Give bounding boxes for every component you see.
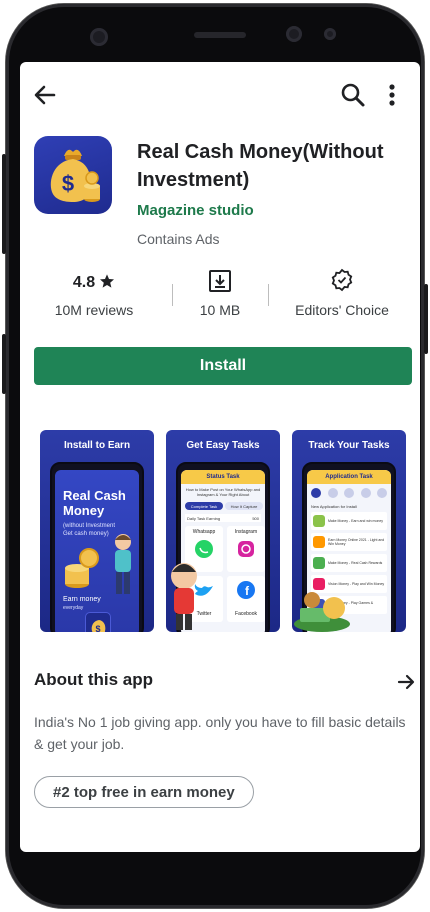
- bixby-button: [2, 334, 6, 394]
- app-title: Real Cash Money(Without Investment): [137, 141, 384, 191]
- person-illustration: [105, 532, 139, 601]
- screenshot-headline: Money: [63, 503, 105, 518]
- front-camera: [90, 28, 108, 46]
- about-description: India's No 1 job giving app. only you ha…: [34, 714, 406, 752]
- screenshot-card-label: Facebook: [235, 611, 257, 617]
- screenshot-row: Daily Task Earning 500: [185, 514, 261, 522]
- character-illustration: [166, 554, 206, 632]
- rating-stat[interactable]: 4.8 10M reviews: [44, 270, 144, 318]
- editors-choice-label: Editors' Choice: [295, 302, 389, 318]
- money-pile-illustration: [292, 590, 352, 632]
- screenshot-footer: everyday: [63, 605, 84, 611]
- install-button[interactable]: Install: [34, 347, 412, 385]
- screenshot-task-label: Earn Money Online 2021 - Light and Win M…: [328, 538, 385, 546]
- screenshot-subtext: (without Investment: [63, 523, 116, 529]
- screenshot-tab: How It Capture: [225, 502, 263, 510]
- editors-choice-icon: [330, 268, 354, 299]
- power-button: [424, 284, 428, 354]
- screenshot-header: Application Task: [307, 470, 391, 484]
- screenshot-icon-row: [311, 488, 387, 500]
- screenshot-header: Status Task: [181, 470, 265, 484]
- screenshot-task-item: Earn Money Online 2021 - Light and Win M…: [311, 533, 387, 551]
- search-icon[interactable]: [338, 80, 368, 110]
- back-arrow-icon[interactable]: [30, 80, 60, 110]
- screenshot-title: Track Your Tasks: [308, 440, 390, 451]
- app-screen: $ Real Cash Money(Without Investment) Ma…: [20, 62, 420, 852]
- speaker-grille: [194, 32, 246, 38]
- screenshot-task-item: Make Money - Earn and win money: [311, 512, 387, 530]
- app-size: 10 MB: [199, 302, 241, 318]
- coin-stack-illustration: [63, 544, 103, 595]
- screenshot-title: Get Easy Tasks: [186, 440, 260, 451]
- category-rank-chip[interactable]: #2 top free in earn money: [34, 776, 254, 808]
- screenshot-tab: Complete Task: [185, 502, 223, 510]
- screenshot-task-label: Vision Money - Play and Win Money: [328, 582, 385, 586]
- screenshot-task-label: Make Money - Earn and win money: [328, 519, 384, 523]
- screenshot-3[interactable]: Track Your Tasks Application Task New Ap…: [292, 430, 406, 632]
- top-bar: [20, 76, 420, 116]
- download-icon: [208, 269, 232, 298]
- more-vert-icon[interactable]: [382, 80, 402, 110]
- money-bag-dollar-icon: $: [85, 612, 111, 632]
- contains-ads-label: Contains Ads: [137, 231, 220, 247]
- phone-frame: $ Real Cash Money(Without Investment) Ma…: [2, 4, 428, 908]
- screenshot-1[interactable]: Install to Earn Real Cash Money (without…: [40, 430, 154, 632]
- arrow-right-icon[interactable]: [396, 672, 416, 692]
- front-sensor: [286, 26, 302, 42]
- volume-button: [2, 154, 6, 254]
- money-bag-dollar-icon: $: [34, 136, 112, 214]
- svg-text:$: $: [95, 624, 100, 632]
- editors-choice-stat[interactable]: Editors' Choice: [282, 268, 402, 318]
- facebook-icon: f: [237, 581, 255, 599]
- screenshot-footer: Earn money: [63, 596, 101, 603]
- screenshot-row-value: 500: [252, 515, 259, 521]
- developer-link[interactable]: Magazine studio: [137, 202, 254, 219]
- screenshot-task-label: Make Money - Real Cash Rewards: [328, 561, 383, 565]
- stat-divider: [172, 284, 173, 306]
- instagram-icon: [238, 541, 254, 557]
- rating-value: 4.8: [72, 274, 96, 291]
- reviews-count: 10M reviews: [54, 302, 134, 318]
- screenshot-carousel[interactable]: Install to Earn Real Cash Money (without…: [40, 430, 420, 632]
- screenshot-phone: Real Cash Money (without Investment Get …: [50, 462, 144, 632]
- screenshot-task-item: Make Money - Real Cash Rewards: [311, 554, 387, 572]
- screenshot-section: New Application for Install: [311, 504, 357, 509]
- screenshot-row-label: Daily Task Earning: [187, 515, 221, 521]
- screenshot-intro: How to Make Post on Your WhatsApp and In…: [185, 487, 261, 497]
- stat-divider: [268, 284, 269, 306]
- screenshot-2[interactable]: Get Easy Tasks Status Task How to Make P…: [166, 430, 280, 632]
- svg-text:$: $: [62, 171, 74, 196]
- star-icon: [99, 273, 115, 294]
- screenshot-card: Instagram: [227, 526, 265, 572]
- size-stat: 10 MB: [180, 269, 260, 318]
- front-sensor-small: [324, 28, 336, 40]
- about-section-title: About this app: [34, 670, 153, 689]
- screenshot-title: Install to Earn: [63, 440, 131, 451]
- screenshot-headline: Real Cash: [63, 488, 126, 503]
- screenshot-card: f Facebook: [227, 576, 265, 622]
